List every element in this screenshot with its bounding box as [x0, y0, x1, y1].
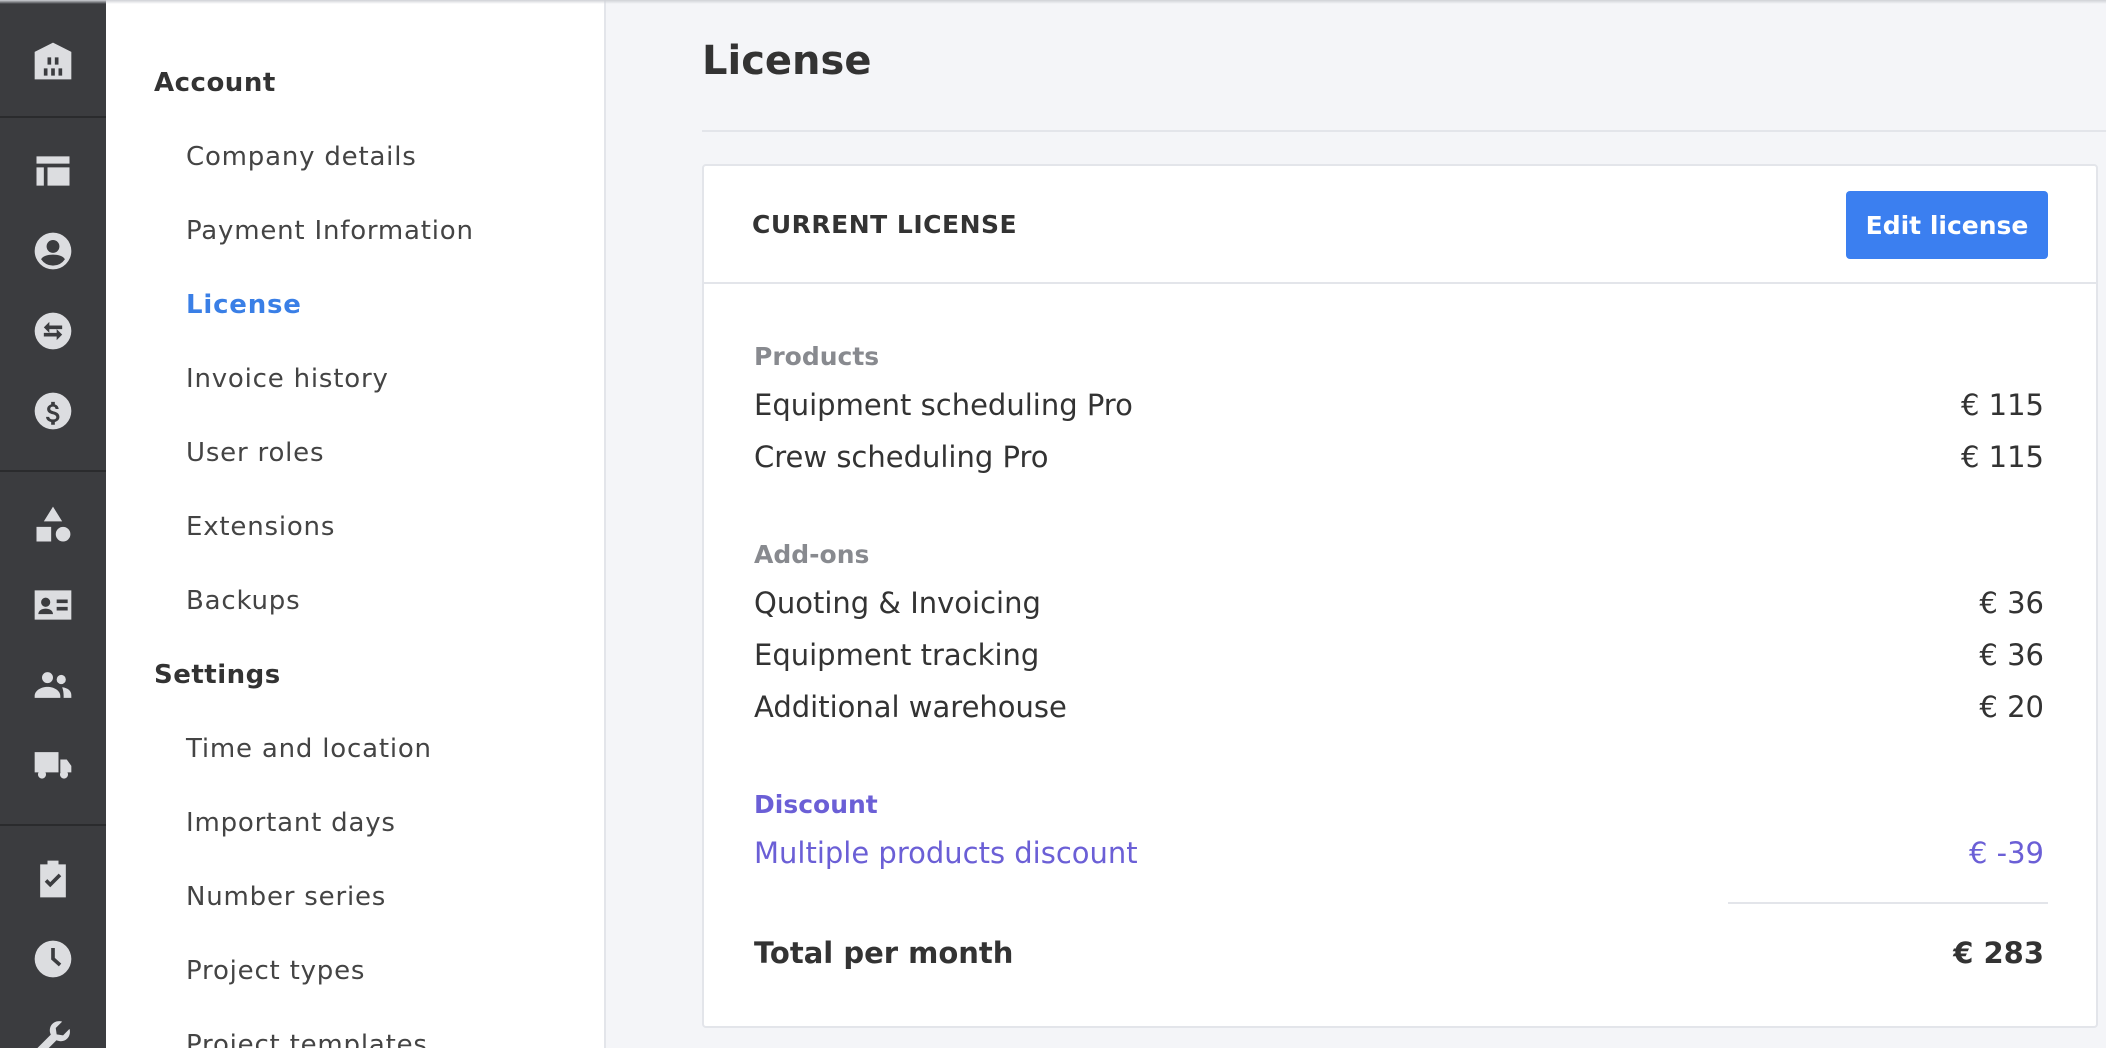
discount-line-item: Multiple products discount € -39: [754, 833, 2044, 873]
discount-label: Discount: [754, 790, 878, 819]
card-header: CURRENT LICENSE Edit license: [704, 166, 2096, 284]
line-item-price: € 36: [1979, 638, 2044, 672]
nav-group-account: Account: [154, 68, 276, 98]
addons-label: Add-ons: [754, 540, 870, 569]
products-label: Products: [754, 342, 880, 371]
top-shadow: [0, 0, 2106, 4]
nav-item-time-and-location[interactable]: Time and location: [186, 734, 432, 764]
clock-icon[interactable]: [0, 924, 106, 994]
nav-item-project-types[interactable]: Project types: [186, 956, 365, 986]
settings-nav: Account Company details Payment Informat…: [106, 0, 606, 1048]
planner-icon[interactable]: [0, 136, 106, 206]
truck-icon[interactable]: [0, 730, 106, 800]
line-item-name: Multiple products discount: [754, 836, 1138, 870]
shapes-icon[interactable]: [0, 490, 106, 560]
warehouse-icon[interactable]: [0, 26, 106, 96]
crew-icon[interactable]: [0, 650, 106, 720]
card-title: CURRENT LICENSE: [752, 210, 1018, 239]
line-item: Equipment tracking € 36: [754, 635, 2044, 675]
nav-item-user-roles[interactable]: User roles: [186, 438, 324, 468]
line-item: Equipment scheduling Pro € 115: [754, 385, 2044, 425]
line-item-name: Equipment tracking: [754, 638, 1040, 672]
total-divider: [1728, 902, 2048, 904]
line-item-price: € 115: [1960, 440, 2044, 474]
line-item-price: € 115: [1960, 388, 2044, 422]
nav-item-payment-information[interactable]: Payment Information: [186, 216, 474, 246]
icon-rail: [0, 0, 106, 1048]
title-divider: [702, 130, 2106, 132]
current-license-card: CURRENT LICENSE Edit license Products Eq…: [702, 164, 2098, 1028]
line-item-name: Additional warehouse: [754, 690, 1067, 724]
total-value: € 283: [1953, 936, 2044, 970]
line-item-name: Quoting & Invoicing: [754, 586, 1041, 620]
nav-group-settings: Settings: [154, 660, 281, 690]
nav-item-company-details[interactable]: Company details: [186, 142, 417, 172]
line-item-price: € 36: [1979, 586, 2044, 620]
line-item-name: Equipment scheduling Pro: [754, 388, 1133, 422]
dollar-icon[interactable]: [0, 376, 106, 446]
line-item-name: Crew scheduling Pro: [754, 440, 1049, 474]
total-row: Total per month € 283: [754, 933, 2044, 973]
nav-item-project-templates[interactable]: Project templates: [186, 1030, 428, 1048]
line-item-price: € -39: [1968, 836, 2044, 870]
nav-item-important-days[interactable]: Important days: [186, 808, 396, 838]
page-title: License: [702, 38, 872, 84]
line-item: Crew scheduling Pro € 115: [754, 437, 2044, 477]
nav-item-backups[interactable]: Backups: [186, 586, 300, 616]
nav-item-number-series[interactable]: Number series: [186, 882, 386, 912]
line-item: Quoting & Invoicing € 36: [754, 583, 2044, 623]
line-item: Additional warehouse € 20: [754, 687, 2044, 727]
transfer-icon[interactable]: [0, 296, 106, 366]
contact-card-icon[interactable]: [0, 570, 106, 640]
clipboard-check-icon[interactable]: [0, 844, 106, 914]
main-content: License CURRENT LICENSE Edit license Pro…: [606, 0, 2106, 1048]
nav-item-license[interactable]: License: [186, 290, 302, 320]
nav-item-invoice-history[interactable]: Invoice history: [186, 364, 389, 394]
line-item-price: € 20: [1979, 690, 2044, 724]
total-label: Total per month: [754, 936, 1014, 970]
nav-item-extensions[interactable]: Extensions: [186, 512, 335, 542]
contact-icon[interactable]: [0, 216, 106, 286]
edit-license-button[interactable]: Edit license: [1846, 191, 2048, 259]
wrench-icon[interactable]: [0, 1004, 106, 1048]
